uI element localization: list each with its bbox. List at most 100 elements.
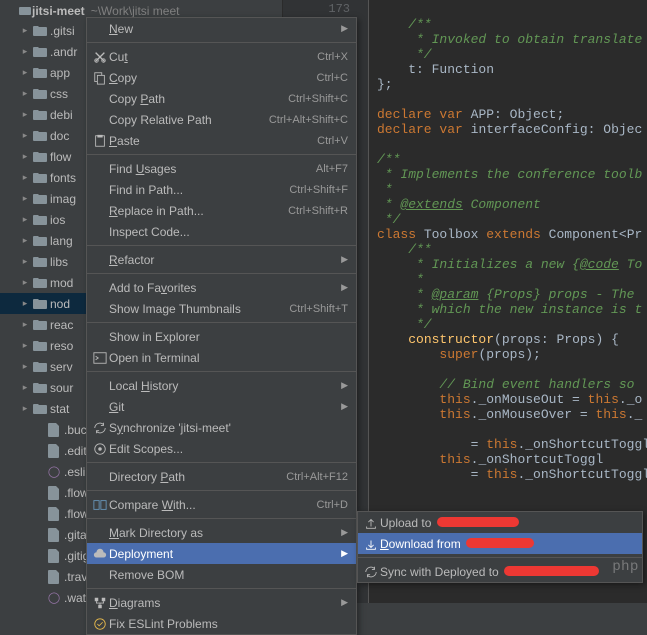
folder-icon bbox=[33, 192, 47, 206]
submenu-item-download-from-[interactable]: Download from bbox=[358, 533, 642, 554]
menu-item-deployment[interactable]: Deployment ▶ bbox=[87, 543, 356, 564]
menu-label: Paste bbox=[109, 134, 317, 148]
menu-separator bbox=[87, 154, 356, 155]
expand-arrow-icon[interactable]: ▸ bbox=[20, 214, 30, 225]
tree-label: stat bbox=[50, 402, 69, 416]
cut-icon bbox=[91, 50, 109, 64]
menu-shortcut: Ctrl+V bbox=[317, 135, 348, 147]
submenu-arrow-icon: ▶ bbox=[341, 380, 348, 391]
menu-item-mark-directory-as[interactable]: Mark Directory as ▶ bbox=[87, 522, 356, 543]
expand-arrow-icon[interactable]: ▸ bbox=[20, 382, 30, 393]
menu-item-replace-in-path-[interactable]: Replace in Path... Ctrl+Shift+R bbox=[87, 200, 356, 221]
menu-item-cut[interactable]: Cut Ctrl+X bbox=[87, 46, 356, 67]
tree-label: .wat bbox=[64, 591, 86, 605]
sync-icon bbox=[362, 565, 380, 579]
expand-arrow-icon[interactable]: ▸ bbox=[20, 130, 30, 141]
menu-item-show-image-thumbnails[interactable]: Show Image Thumbnails Ctrl+Shift+T bbox=[87, 298, 356, 319]
expand-arrow-icon[interactable]: ▸ bbox=[20, 298, 30, 309]
menu-item-paste[interactable]: Paste Ctrl+V bbox=[87, 130, 356, 151]
submenu-arrow-icon: ▶ bbox=[341, 527, 348, 538]
menu-item-copy[interactable]: Copy Ctrl+C bbox=[87, 67, 356, 88]
expand-arrow-icon[interactable]: ▸ bbox=[20, 67, 30, 78]
expand-arrow-icon[interactable]: ▸ bbox=[20, 340, 30, 351]
file-icon: ◯ bbox=[47, 591, 61, 605]
expand-arrow-icon[interactable]: ▸ bbox=[20, 403, 30, 414]
tree-label: mod bbox=[50, 276, 73, 290]
file-icon: ◯ bbox=[47, 465, 61, 479]
menu-shortcut: Ctrl+X bbox=[317, 51, 348, 63]
menu-separator bbox=[87, 42, 356, 43]
menu-item-show-in-explorer[interactable]: Show in Explorer bbox=[87, 326, 356, 347]
menu-shortcut: Ctrl+Shift+F bbox=[289, 184, 348, 196]
expand-arrow-icon[interactable]: ▸ bbox=[20, 361, 30, 372]
menu-item-copy-relative-path[interactable]: Copy Relative Path Ctrl+Alt+Shift+C bbox=[87, 109, 356, 130]
tree-label: css bbox=[50, 87, 68, 101]
submenu-arrow-icon: ▶ bbox=[341, 23, 348, 34]
submenu-item-upload-to-[interactable]: Upload to bbox=[358, 512, 642, 533]
menu-item-find-in-path-[interactable]: Find in Path... Ctrl+Shift+F bbox=[87, 179, 356, 200]
menu-label: Local History bbox=[109, 379, 337, 393]
redacted-text bbox=[504, 566, 599, 576]
menu-item-open-in-terminal[interactable]: Open in Terminal bbox=[87, 347, 356, 368]
menu-item-fix-eslint-problems[interactable]: Fix ESLint Problems bbox=[87, 613, 356, 634]
menu-item-find-usages[interactable]: Find Usages Alt+F7 bbox=[87, 158, 356, 179]
folder-icon bbox=[33, 339, 47, 353]
expand-arrow-icon[interactable]: ▸ bbox=[20, 319, 30, 330]
menu-label: Copy Relative Path bbox=[109, 113, 269, 127]
expand-arrow-icon[interactable]: ▸ bbox=[20, 46, 30, 57]
expand-arrow-icon[interactable]: ▸ bbox=[20, 235, 30, 246]
menu-shortcut: Ctrl+Alt+Shift+C bbox=[269, 114, 348, 126]
menu-label: Inspect Code... bbox=[109, 225, 348, 239]
menu-item-directory-path[interactable]: Directory Path Ctrl+Alt+F12 bbox=[87, 466, 356, 487]
project-path: ~\Work\jitsi meet bbox=[91, 4, 180, 18]
deployment-submenu[interactable]: Upload to Download from Sync with Deploy… bbox=[357, 511, 643, 583]
tree-label: .flow bbox=[64, 486, 89, 500]
expand-arrow-icon[interactable]: ▸ bbox=[20, 25, 30, 36]
menu-item-add-to-favorites[interactable]: Add to Favorites ▶ bbox=[87, 277, 356, 298]
tree-label: libs bbox=[50, 255, 68, 269]
menu-item-copy-path[interactable]: Copy Path Ctrl+Shift+C bbox=[87, 88, 356, 109]
menu-label: Fix ESLint Problems bbox=[109, 617, 348, 631]
tree-label: .gitsi bbox=[50, 24, 75, 38]
menu-separator bbox=[87, 322, 356, 323]
scopes-icon bbox=[91, 442, 109, 456]
redacted-text bbox=[437, 517, 519, 527]
menu-shortcut: Ctrl+C bbox=[317, 72, 348, 84]
expand-arrow-icon[interactable]: ▸ bbox=[20, 277, 30, 288]
module-icon bbox=[18, 4, 32, 18]
menu-item-remove-bom[interactable]: Remove BOM bbox=[87, 564, 356, 585]
copy-icon bbox=[91, 71, 109, 85]
download-icon bbox=[362, 537, 380, 551]
submenu-item-sync-with-deployed-to-[interactable]: Sync with Deployed to bbox=[358, 561, 642, 582]
paste-icon bbox=[91, 134, 109, 148]
expand-arrow-icon[interactable]: ▸ bbox=[20, 193, 30, 204]
menu-label: Find in Path... bbox=[109, 183, 289, 197]
context-menu[interactable]: New ▶ Cut Ctrl+X Copy Ctrl+C Copy Path C… bbox=[86, 17, 357, 635]
menu-item-inspect-code-[interactable]: Inspect Code... bbox=[87, 221, 356, 242]
expand-arrow-icon[interactable]: ▸ bbox=[20, 88, 30, 99]
watermark: php bbox=[613, 557, 639, 573]
menu-item-refactor[interactable]: Refactor ▶ bbox=[87, 249, 356, 270]
menu-item-synchronize-jitsi-meet-[interactable]: Synchronize 'jitsi-meet' bbox=[87, 417, 356, 438]
menu-item-local-history[interactable]: Local History ▶ bbox=[87, 375, 356, 396]
menu-item-compare-with-[interactable]: Compare With... Ctrl+D bbox=[87, 494, 356, 515]
folder-icon bbox=[33, 318, 47, 332]
menu-item-edit-scopes-[interactable]: Edit Scopes... bbox=[87, 438, 356, 459]
tree-label: nod bbox=[50, 297, 70, 311]
tree-label: sour bbox=[50, 381, 73, 395]
expand-arrow-icon[interactable]: ▸ bbox=[20, 109, 30, 120]
menu-item-git[interactable]: Git ▶ bbox=[87, 396, 356, 417]
tree-label: fonts bbox=[50, 171, 76, 185]
fix-icon bbox=[91, 617, 109, 631]
expand-arrow-icon[interactable]: ▸ bbox=[20, 151, 30, 162]
menu-separator bbox=[87, 490, 356, 491]
file-icon bbox=[47, 549, 61, 563]
menu-item-new[interactable]: New ▶ bbox=[87, 18, 356, 39]
expand-arrow-icon[interactable]: ▸ bbox=[20, 256, 30, 267]
menu-label: Upload to bbox=[380, 516, 634, 530]
folder-icon bbox=[33, 360, 47, 374]
menu-label: Copy bbox=[109, 71, 317, 85]
expand-arrow-icon[interactable]: ▸ bbox=[20, 172, 30, 183]
tree-label: .buc bbox=[64, 423, 87, 437]
menu-label: Show Image Thumbnails bbox=[109, 302, 289, 316]
